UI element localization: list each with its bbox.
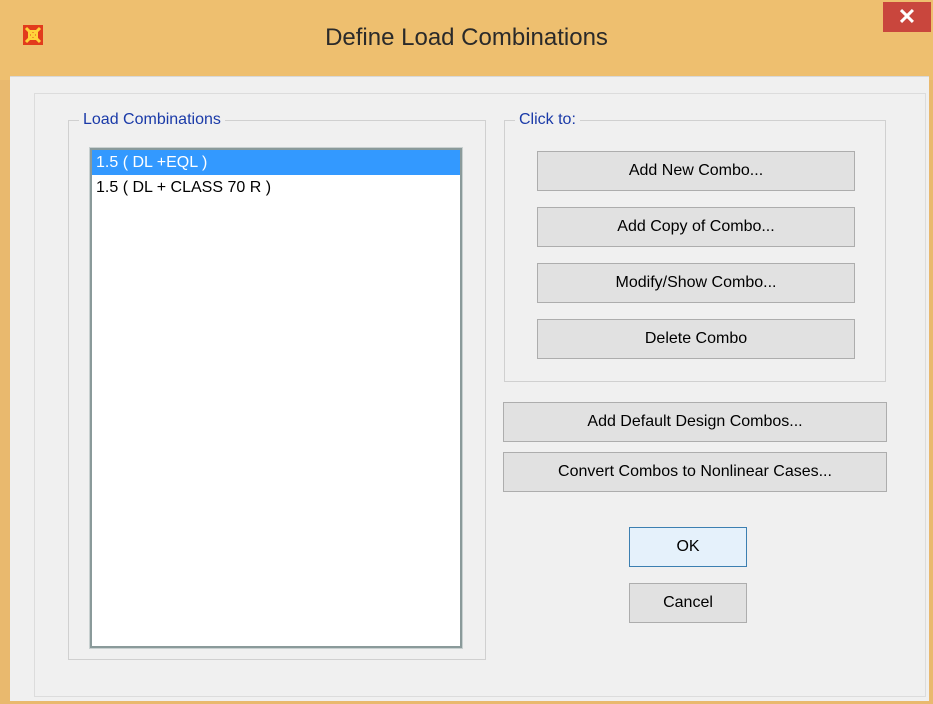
close-button[interactable]: ✕ bbox=[883, 2, 931, 32]
add-default-design-combos-button[interactable]: Add Default Design Combos... bbox=[503, 402, 887, 442]
cancel-button[interactable]: Cancel bbox=[629, 583, 747, 623]
dialog-window: Define Load Combinations ✕ Load Combinat… bbox=[0, 0, 933, 704]
delete-combo-button[interactable]: Delete Combo bbox=[537, 319, 855, 359]
ok-button[interactable]: OK bbox=[629, 527, 747, 567]
title-bar[interactable]: Define Load Combinations ✕ bbox=[0, 0, 933, 80]
add-new-combo-button[interactable]: Add New Combo... bbox=[537, 151, 855, 191]
convert-combos-button[interactable]: Convert Combos to Nonlinear Cases... bbox=[503, 452, 887, 492]
add-copy-of-combo-button[interactable]: Add Copy of Combo... bbox=[537, 207, 855, 247]
load-combinations-label: Load Combinations bbox=[79, 111, 225, 129]
close-icon: ✕ bbox=[897, 4, 917, 29]
window-title: Define Load Combinations bbox=[325, 24, 608, 51]
list-item[interactable]: 1.5 ( DL +EQL ) bbox=[92, 150, 460, 175]
load-combinations-list[interactable]: 1.5 ( DL +EQL ) 1.5 ( DL + CLASS 70 R ) bbox=[89, 147, 463, 649]
list-item[interactable]: 1.5 ( DL + CLASS 70 R ) bbox=[92, 175, 460, 200]
modify-show-combo-button[interactable]: Modify/Show Combo... bbox=[537, 263, 855, 303]
click-to-label: Click to: bbox=[515, 111, 580, 129]
